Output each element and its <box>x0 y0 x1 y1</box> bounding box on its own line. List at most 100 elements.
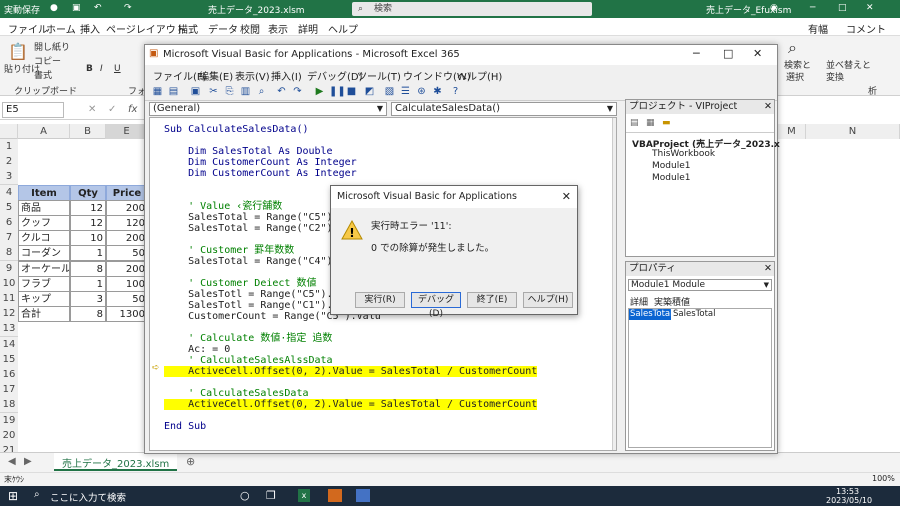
table-cell[interactable]: 商品 <box>18 199 70 216</box>
table-cell[interactable]: 合計 <box>18 306 70 323</box>
windows-start-icon[interactable]: ⊞ <box>8 489 18 503</box>
row-header[interactable]: 7 <box>0 230 18 247</box>
avatar[interactable]: ◉ <box>770 3 778 13</box>
vba-menu-tools[interactable]: ツール(T) <box>357 68 401 83</box>
code-line[interactable]: ' Customer 罫年数数 <box>164 245 294 256</box>
row-header[interactable]: 10 <box>0 275 18 292</box>
table-cell[interactable]: 1 <box>70 275 106 292</box>
code-line[interactable]: ActiveCell.Offset(0, 2).Value = SalesTot… <box>164 366 538 377</box>
table-cell[interactable]: 1 <box>70 245 106 262</box>
row-header[interactable]: 6 <box>0 215 18 231</box>
design-mode-icon[interactable]: ◩ <box>363 85 376 98</box>
toggle-folders-icon[interactable]: ▬ <box>662 118 671 128</box>
format-painter-button[interactable]: 書式 <box>34 68 52 81</box>
underline-button[interactable]: U <box>114 64 121 74</box>
break-icon[interactable]: ❚❚ <box>329 85 346 98</box>
tab-categorized[interactable]: 実築積値 <box>654 295 690 308</box>
row-header[interactable]: 11 <box>0 291 18 307</box>
insert-module-icon[interactable]: ▤ <box>167 85 180 98</box>
redo-icon[interactable]: ↷ <box>291 85 304 98</box>
table-cell[interactable]: 50 <box>106 291 148 307</box>
table-cell[interactable]: クルコ <box>18 230 70 247</box>
autosave-toggle[interactable]: ● <box>50 3 58 13</box>
table-cell[interactable]: 100 <box>106 275 148 292</box>
tab-insert[interactable]: 挿入 <box>80 21 100 36</box>
code-line[interactable]: End Sub <box>164 421 206 432</box>
excel-view-icon[interactable]: ▦ <box>151 85 164 98</box>
col-header-b[interactable]: B <box>70 124 106 139</box>
project-tree-thisworkbook[interactable]: ThisWorkbook <box>652 149 715 159</box>
comment-button[interactable]: コメント <box>846 21 886 36</box>
project-tree-module1[interactable]: Module1 <box>652 173 690 183</box>
row-header[interactable]: 12 <box>0 306 18 323</box>
table-cell[interactable]: 3 <box>70 291 106 307</box>
col-header-n[interactable]: N <box>806 124 900 139</box>
help-button[interactable]: ヘルプ(H) <box>523 292 573 308</box>
table-cell[interactable]: 1300 <box>106 306 148 323</box>
share-button[interactable]: 有幅 <box>808 21 828 36</box>
next-sheet-icon[interactable]: ▶ <box>24 456 32 467</box>
copy-icon[interactable]: ⎘ <box>223 85 236 98</box>
col-header-e[interactable]: E <box>106 124 148 139</box>
function-icon[interactable]: fx <box>128 104 137 115</box>
dialog-close-icon[interactable]: ✕ <box>562 186 571 208</box>
code-line[interactable]: ' Customer Deiect 数値 <box>164 278 316 289</box>
save-icon[interactable]: ▣ <box>72 3 81 13</box>
paste-icon[interactable]: ▥ <box>239 85 252 98</box>
toolbox-icon[interactable]: ✱ <box>431 85 444 98</box>
search-select-icon[interactable]: ⌕ <box>788 38 797 58</box>
name-box[interactable]: E5 <box>2 102 64 118</box>
col-header-m[interactable]: M <box>778 124 806 139</box>
help-icon[interactable]: ? <box>449 85 462 98</box>
zoom-level[interactable]: 100% <box>872 474 895 483</box>
task-view-icon[interactable]: ❐ <box>266 489 276 502</box>
row-header[interactable]: 4 <box>0 184 18 201</box>
select-all-corner[interactable] <box>0 124 18 139</box>
end-button[interactable]: 終了(E) <box>467 292 517 308</box>
cut-button[interactable]: 開し紙り <box>34 40 70 53</box>
property-name[interactable]: SalesTotal1 <box>629 309 678 320</box>
object-combo[interactable]: (General) ▼ <box>149 102 387 116</box>
code-line[interactable]: Ac: = 0 <box>164 344 230 355</box>
table-cell[interactable]: キップ <box>18 291 70 307</box>
code-line[interactable]: Dim CustomerCount As Integer <box>164 157 357 168</box>
table-header-cell[interactable]: Qty <box>70 184 106 201</box>
row-header[interactable]: 8 <box>0 245 18 262</box>
close-icon[interactable]: ✕ <box>866 3 874 13</box>
redo-icon[interactable]: ↷ <box>124 3 132 13</box>
tab-page-layout[interactable]: ページレイアウト <box>106 21 186 36</box>
clock-date[interactable]: 2023/05/10 <box>826 496 872 505</box>
code-line[interactable]: ' CalculateSalesData <box>164 388 308 399</box>
maximize-icon[interactable]: □ <box>838 3 847 13</box>
find-icon[interactable]: ⌕ <box>255 85 268 98</box>
row-header[interactable]: 3 <box>0 169 18 186</box>
cancel-formula-icon[interactable]: ✕ <box>88 104 96 115</box>
code-line[interactable]: Dim CustomerCount As Integer <box>164 168 357 179</box>
row-header[interactable]: 18 <box>0 397 18 414</box>
row-header[interactable]: 5 <box>0 199 18 216</box>
property-value[interactable]: SalesTotal <box>673 309 715 319</box>
vba-menu-help[interactable]: ヘルプ(H) <box>457 68 502 83</box>
code-vertical-scrollbar[interactable] <box>612 118 616 450</box>
table-cell[interactable]: コーダン <box>18 245 70 262</box>
row-header[interactable]: 13 <box>0 321 18 338</box>
taskbar-search-icon[interactable]: ⌕ <box>34 489 40 500</box>
clock-time[interactable]: 13:53 <box>836 487 859 496</box>
table-header-cell[interactable]: Price <box>106 184 148 201</box>
tab-view[interactable]: 表示 <box>268 21 288 36</box>
table-cell[interactable]: 200 <box>106 230 148 247</box>
project-close-icon[interactable]: ✕ <box>764 100 772 114</box>
vba-minimize-icon[interactable]: ─ <box>693 47 700 60</box>
code-line[interactable]: SalesTotl = Range("C5").Valu <box>164 289 357 300</box>
table-cell[interactable]: 12 <box>70 199 106 216</box>
table-cell[interactable]: オーケール <box>18 260 70 277</box>
prev-sheet-icon[interactable]: ◀ <box>8 456 16 467</box>
row-header[interactable]: 14 <box>0 336 18 353</box>
cortana-icon[interactable]: ○ <box>240 489 250 502</box>
code-line[interactable]: ' CalculateSalesAlssData <box>164 355 333 366</box>
col-header-a[interactable]: A <box>18 124 70 139</box>
table-cell[interactable]: 120 <box>106 215 148 231</box>
code-line[interactable]: ' Calculate 数値·指定 追数 <box>164 333 332 344</box>
table-cell[interactable]: 8 <box>70 306 106 323</box>
properties-icon[interactable]: ☰ <box>399 85 412 98</box>
